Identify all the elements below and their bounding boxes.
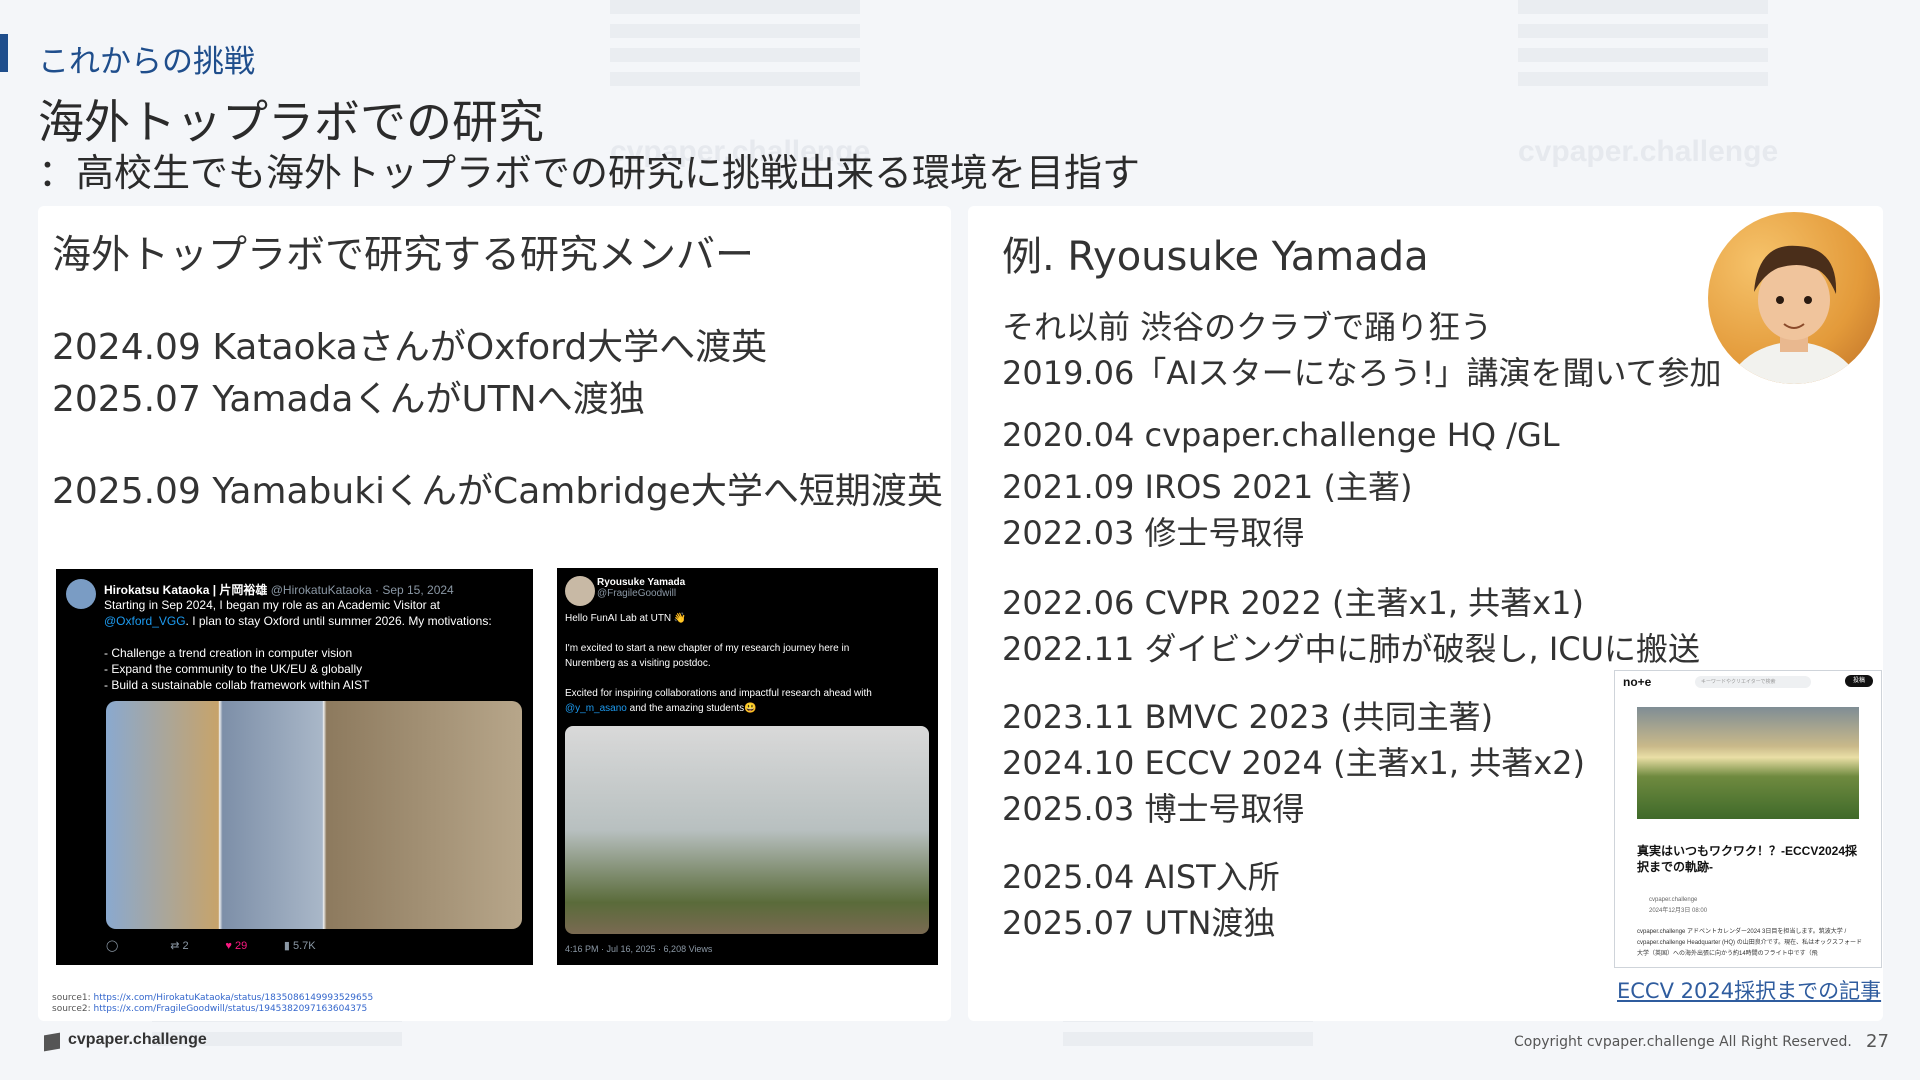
note-article-card[interactable]: no+e キーワードやクリエイターで検索 投稿 真実はいつもワクワク！？-ECC… <box>1614 670 1882 968</box>
note-logo: no+e <box>1623 675 1652 689</box>
timeline-item: 2019.06「AIスターになろう!」講演を聞いて参加 <box>1002 354 1722 392</box>
article-title: 真実はいつもワクワク！？-ECCV2024採択までの軌跡- <box>1637 844 1858 874</box>
timeline-item: 2020.04 cvpaper.challenge HQ /GL <box>1002 416 1560 454</box>
page-number: 27 <box>1866 1031 1889 1052</box>
tweet-photo <box>565 726 929 934</box>
member-line: 2024.09 KataokaさんがOxford大学へ渡英 <box>52 327 768 368</box>
watermark-text: cvpaper.challenge <box>1518 135 1779 168</box>
tweet-card-kataoka[interactable]: Hirokatsu Kataoka | 片岡裕雄 @HirokatuKataok… <box>56 569 533 965</box>
timeline-item: 2025.07 UTN渡独 <box>1002 904 1276 942</box>
timeline-item: 2021.09 IROS 2021 (主著) <box>1002 468 1413 506</box>
timeline-item: 2024.10 ECCV 2024 (主著x1, 共著x2) <box>1002 744 1585 782</box>
tweet-text: Starting in Sep 2024, I began my role as… <box>104 598 492 692</box>
tweet-actions[interactable]: ◯ ⇄ 2 ♥ 29 ▮ 5.7K <box>106 939 316 952</box>
watermark-stripes <box>1518 0 1768 96</box>
source-link-2[interactable]: source2: https://x.com/FragileGoodwill/s… <box>52 1004 367 1014</box>
tweet-footer: 4:16 PM · Jul 16, 2025 · 6,208 Views <box>565 944 713 954</box>
timeline-item: 2022.03 修士号取得 <box>1002 514 1305 552</box>
timeline-item: それ以前 渋谷のクラブで踊り狂う <box>1002 308 1493 346</box>
section-accent-bar <box>0 34 8 72</box>
tweet-card-yamada[interactable]: Ryousuke Yamada @FragileGoodwill Hello Fu… <box>557 568 938 965</box>
timeline-item: 2023.11 BMVC 2023 (共同主著) <box>1002 698 1494 736</box>
timeline-item: 2025.03 博士号取得 <box>1002 790 1305 828</box>
tweet-photos <box>106 701 522 929</box>
watermark-stripes <box>610 0 860 96</box>
avatar <box>66 579 96 609</box>
member-line: 2025.07 YamadaくんがUTNへ渡独 <box>52 379 645 420</box>
article-author: cvpaper.challenge <box>1649 897 1698 903</box>
left-panel-heading: 海外トップラボで研究する研究メンバー <box>52 233 755 278</box>
timeline-item: 2022.11 ダイビング中に肺が破裂し, ICUに搬送 <box>1002 630 1701 668</box>
tweet-text: Hello FunAI Lab at UTN 👋 I'm excited to … <box>565 613 872 714</box>
right-panel-heading: 例. Ryousuke Yamada <box>1002 234 1429 280</box>
article-link[interactable]: ECCV 2024採択までの記事 <box>1617 975 1881 1005</box>
note-post-button[interactable]: 投稿 <box>1845 675 1873 687</box>
article-hero-image <box>1637 707 1859 819</box>
article-excerpt: cvpaper.challenge アドベントカレンダー2024 3日目を担当し… <box>1637 929 1862 957</box>
cvpaper-logo-icon <box>44 1032 60 1052</box>
page-subtitle: ：高校生でも海外トップラボでの研究に挑戦出来る環境を目指す <box>38 151 1141 195</box>
tweet-author: Hirokatsu Kataoka | 片岡裕雄 @HirokatuKataok… <box>104 583 454 597</box>
footer-logo: cvpaper.challenge <box>68 1031 207 1048</box>
profile-portrait <box>1708 212 1880 384</box>
copyright: Copyright cvpaper.challenge All Right Re… <box>1514 1034 1852 1050</box>
article-date: 2024年12月3日 08:00 <box>1649 908 1708 914</box>
member-line: 2025.09 YamabukiくんがCambridge大学へ短期渡英 <box>52 471 943 512</box>
avatar <box>565 576 595 606</box>
note-search-input[interactable]: キーワードやクリエイターで検索 <box>1695 676 1811 688</box>
source-link-1[interactable]: source1: https://x.com/HirokatuKataoka/s… <box>52 993 373 1003</box>
timeline-item: 2022.06 CVPR 2022 (主著x1, 共著x1) <box>1002 584 1584 622</box>
timeline-item: 2025.04 AIST入所 <box>1002 858 1280 896</box>
tweet-author: Ryousuke Yamada @FragileGoodwill <box>597 577 686 599</box>
section-label: これからの挑戦 <box>38 44 255 80</box>
